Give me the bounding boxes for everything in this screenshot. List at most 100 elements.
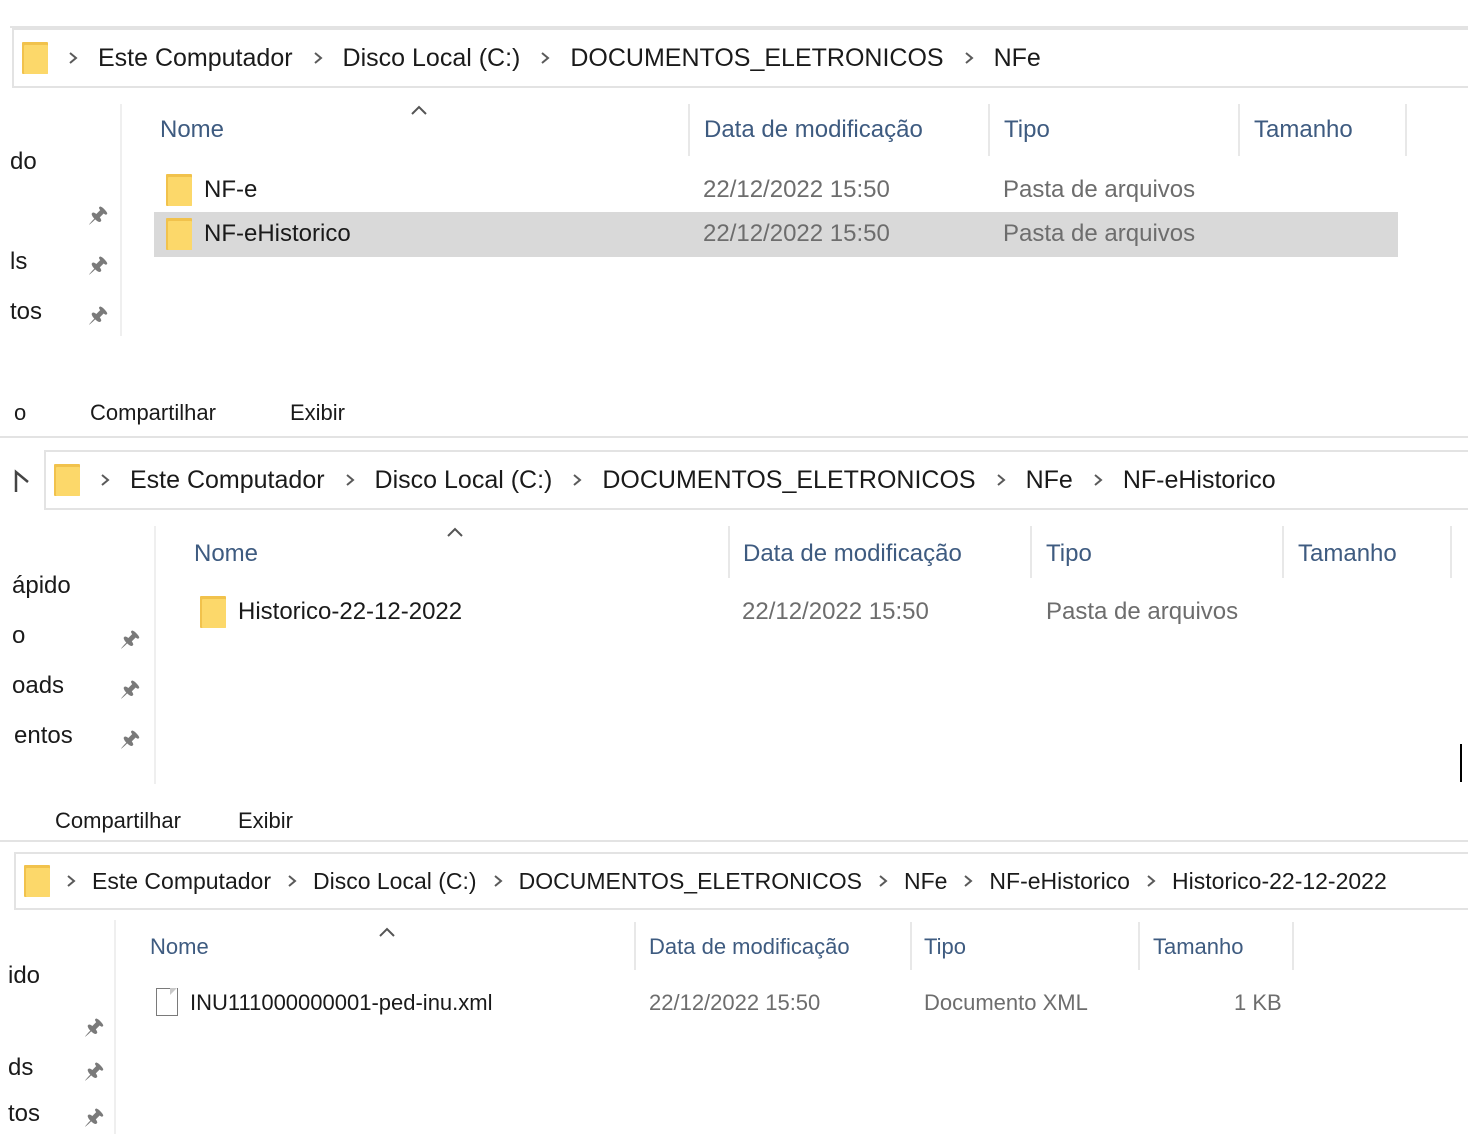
sort-up-icon: [410, 98, 428, 121]
chevron-right-icon[interactable]: [100, 473, 110, 487]
chevron-right-icon[interactable]: [1093, 473, 1103, 487]
nav-divider: [154, 526, 156, 784]
breadcrumb-item[interactable]: Este Computador: [98, 44, 293, 73]
chevron-right-icon[interactable]: [345, 473, 355, 487]
nav-item-desktop[interactable]: o: [12, 622, 25, 650]
breadcrumb-item[interactable]: Disco Local (C:): [375, 466, 553, 495]
ribbon-tab-share[interactable]: Compartilhar: [55, 808, 181, 834]
column-header-type[interactable]: Tipo: [1046, 540, 1092, 568]
file-date: 22/12/2022 15:50: [703, 220, 890, 247]
column-header-date[interactable]: Data de modificação: [649, 934, 850, 960]
breadcrumb-item[interactable]: Disco Local (C:): [313, 868, 477, 895]
chevron-right-icon[interactable]: [1146, 874, 1156, 888]
breadcrumb-item[interactable]: Este Computador: [130, 466, 325, 495]
breadcrumb-item[interactable]: DOCUMENTOS_ELETRONICOS: [602, 466, 975, 495]
nav-item-quick-access[interactable]: do: [10, 148, 37, 176]
chevron-right-icon[interactable]: [66, 874, 76, 888]
breadcrumb-item[interactable]: NF-eHistorico: [1123, 466, 1276, 495]
column-divider[interactable]: [1238, 104, 1240, 156]
file-type: Pasta de arquivos: [1046, 598, 1239, 625]
nav-item-downloads[interactable]: ds: [8, 1054, 33, 1082]
sort-up-icon: [378, 920, 396, 943]
list-item[interactable]: Historico-22-12-2022 22/12/2022 15:50 Pa…: [188, 592, 1448, 637]
column-header-date[interactable]: Data de modificação: [743, 540, 962, 568]
chevron-right-icon[interactable]: [878, 874, 888, 888]
chevron-right-icon[interactable]: [287, 874, 297, 888]
breadcrumb-item[interactable]: Este Computador: [92, 868, 271, 895]
breadcrumb-item[interactable]: NFe: [994, 44, 1041, 73]
breadcrumb-item[interactable]: NFe: [1026, 466, 1073, 495]
file-name: NF-eHistorico: [204, 220, 351, 247]
ribbon-tab-view[interactable]: Exibir: [290, 400, 345, 426]
ribbon-tab-view[interactable]: Exibir: [238, 808, 293, 834]
chevron-right-icon[interactable]: [572, 473, 582, 487]
nav-item-downloads[interactable]: oads: [12, 672, 64, 700]
list-item-selected[interactable]: NF-eHistorico 22/12/2022 15:50 Pasta de …: [154, 212, 1398, 257]
chevron-right-icon[interactable]: [996, 473, 1006, 487]
pin-icon[interactable]: 🖈: [84, 1054, 104, 1092]
nav-item-quick-access[interactable]: ido: [8, 962, 40, 990]
nav-item-quick-access[interactable]: ápido: [12, 572, 71, 600]
breadcrumb-item[interactable]: Disco Local (C:): [343, 44, 521, 73]
column-divider[interactable]: [1292, 922, 1294, 970]
folder-icon: [200, 596, 226, 628]
column-divider[interactable]: [1030, 526, 1032, 578]
address-bar[interactable]: Este Computador Disco Local (C:) DOCUMEN…: [12, 28, 1468, 88]
nav-item-documents[interactable]: tos: [10, 298, 42, 326]
address-bar[interactable]: Este Computador Disco Local (C:) DOCUMEN…: [44, 450, 1468, 510]
list-item[interactable]: NF-e 22/12/2022 15:50 Pasta de arquivos: [154, 168, 1398, 213]
column-divider[interactable]: [1282, 526, 1284, 578]
nav-item-documents[interactable]: tos: [8, 1100, 40, 1128]
column-header-type[interactable]: Tipo: [1004, 116, 1050, 144]
list-item[interactable]: INU111000000001-ped-inu.xml 22/12/2022 1…: [148, 982, 1292, 1027]
explorer-window-nf-ehistorico: o Compartilhar Exibir Este Computador Di…: [0, 380, 1468, 785]
column-header-name[interactable]: Nome: [150, 934, 209, 960]
ribbon-tab-share[interactable]: Compartilhar: [90, 400, 216, 426]
column-divider[interactable]: [688, 104, 690, 156]
pin-icon[interactable]: 🖈: [120, 672, 140, 710]
chevron-right-icon[interactable]: [313, 51, 323, 65]
pin-icon[interactable]: 🖈: [84, 1100, 104, 1138]
file-date: 22/12/2022 15:50: [742, 598, 929, 625]
address-bar[interactable]: Este Computador Disco Local (C:) DOCUMEN…: [14, 852, 1468, 910]
chevron-right-icon[interactable]: [964, 51, 974, 65]
xml-file-icon: [156, 988, 178, 1016]
column-divider[interactable]: [1450, 526, 1452, 578]
nav-item-downloads[interactable]: ls: [10, 248, 27, 276]
column-header-name[interactable]: Nome: [160, 116, 224, 144]
breadcrumb-item[interactable]: NFe: [904, 868, 947, 895]
file-type: Documento XML: [924, 990, 1088, 1015]
column-divider[interactable]: [728, 526, 730, 578]
sort-up-icon: [446, 520, 464, 543]
pin-icon[interactable]: 🖈: [120, 622, 140, 660]
breadcrumb-item[interactable]: NF-eHistorico: [989, 868, 1130, 895]
pin-icon[interactable]: 🖈: [88, 298, 108, 336]
ribbon-tab-file[interactable]: o: [14, 400, 26, 426]
pin-icon[interactable]: 🖈: [88, 198, 108, 236]
column-divider[interactable]: [1405, 104, 1407, 156]
column-header-name[interactable]: Nome: [194, 540, 258, 568]
breadcrumb-item[interactable]: DOCUMENTOS_ELETRONICOS: [570, 44, 943, 73]
breadcrumb-item[interactable]: DOCUMENTOS_ELETRONICOS: [519, 868, 862, 895]
column-divider[interactable]: [1138, 922, 1140, 970]
column-divider[interactable]: [910, 922, 912, 970]
column-header-size[interactable]: Tamanho: [1254, 116, 1353, 144]
column-header-date[interactable]: Data de modificação: [704, 116, 923, 144]
column-header-size[interactable]: Tamanho: [1153, 934, 1244, 960]
chevron-right-icon[interactable]: [68, 51, 78, 65]
chevron-right-icon[interactable]: [963, 874, 973, 888]
breadcrumb-item[interactable]: Historico-22-12-2022: [1172, 868, 1387, 895]
column-header-size[interactable]: Tamanho: [1298, 540, 1397, 568]
up-arrow-icon[interactable]: [12, 468, 32, 499]
pin-icon[interactable]: 🖈: [120, 722, 140, 760]
chevron-right-icon[interactable]: [540, 51, 550, 65]
nav-item-documents[interactable]: entos: [14, 722, 73, 750]
column-divider[interactable]: [634, 922, 636, 970]
text-cursor: [1460, 744, 1462, 782]
pin-icon[interactable]: 🖈: [84, 1010, 104, 1048]
column-divider[interactable]: [988, 104, 990, 156]
file-type: Pasta de arquivos: [1003, 220, 1196, 247]
column-header-type[interactable]: Tipo: [924, 934, 966, 960]
chevron-right-icon[interactable]: [493, 874, 503, 888]
pin-icon[interactable]: 🖈: [88, 248, 108, 286]
